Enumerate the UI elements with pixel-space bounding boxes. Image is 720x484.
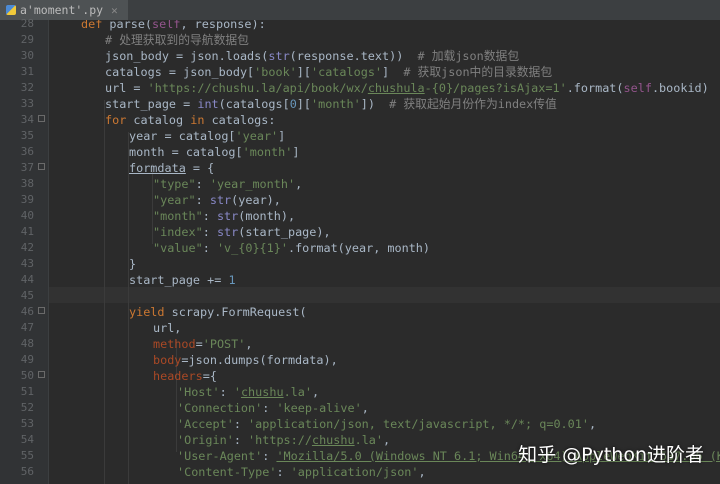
code-line: "index": str(start_page),: [153, 225, 331, 239]
code-line: catalogs = json_body['book']['catalogs']…: [105, 65, 553, 79]
editor-tab-bar: a'moment'.py ✕: [0, 0, 720, 20]
code-line: month = catalog['month']: [129, 145, 300, 159]
line-number: 53: [20, 417, 34, 430]
code-line: "value": 'v_{0}{1}'.format(year, month): [153, 241, 431, 255]
close-icon[interactable]: ✕: [111, 4, 118, 17]
line-number: 40: [20, 209, 34, 222]
line-number: 42: [20, 241, 34, 254]
code-line: start_page = int(catalogs[0]['month']) #…: [105, 97, 557, 111]
line-number: 49: [20, 353, 34, 366]
line-number: 56: [20, 465, 34, 478]
code-line: }: [129, 257, 137, 271]
fold-marker-icon[interactable]: [38, 163, 45, 170]
line-number: 54: [20, 433, 34, 446]
line-number: 34: [20, 113, 34, 126]
code-line: json_body = json.loads(str(response.text…: [105, 49, 520, 63]
line-number: 44: [20, 273, 34, 286]
line-number: 32: [20, 81, 34, 94]
code-line: yield scrapy.FormRequest(: [129, 305, 307, 319]
code-editor[interactable]: def parse(self, response): # 处理获取到的导航数据包…: [49, 20, 720, 484]
line-number: 52: [20, 401, 34, 414]
code-line: 'Origin': 'https://chushu.la',: [177, 433, 391, 447]
line-number: 41: [20, 225, 34, 238]
code-line: start_page += 1: [129, 273, 236, 287]
code-line: # 处理获取到的导航数据包: [105, 33, 249, 47]
line-number: 46: [20, 305, 34, 318]
python-file-icon: [6, 5, 16, 15]
code-line: url = 'https://chushu.la/api/book/wx/chu…: [105, 81, 720, 95]
code-line: for catalog in catalogs:: [105, 113, 276, 127]
code-line: "type": 'year_month',: [153, 177, 303, 191]
code-line: year = catalog['year']: [129, 129, 286, 143]
code-line: 'Content-Type': 'application/json',: [177, 465, 426, 479]
fold-marker-icon[interactable]: [38, 307, 45, 314]
code-line: 'Connection': 'keep-alive',: [177, 401, 369, 415]
code-line: 'Accept': 'application/json, text/javasc…: [177, 417, 597, 431]
code-line: body=json.dumps(formdata),: [153, 353, 338, 367]
line-number: 43: [20, 257, 34, 270]
code-line: "year": str(year),: [153, 193, 281, 207]
line-number: 51: [20, 385, 34, 398]
indent-guide: [104, 100, 105, 484]
fold-marker-icon[interactable]: [38, 371, 45, 378]
line-number: 37: [20, 161, 34, 174]
code-line: def parse(self, response):: [81, 20, 266, 31]
line-number: 29: [20, 33, 34, 46]
zhihu-watermark: 知乎 @Python进阶者: [518, 443, 704, 466]
line-number: 33: [20, 97, 34, 110]
line-number: 28: [20, 17, 34, 30]
line-number: 38: [20, 177, 34, 190]
line-number: 47: [20, 321, 34, 334]
line-number: 31: [20, 65, 34, 78]
code-line: headers={: [153, 369, 217, 383]
file-tab-label: a'moment'.py: [20, 3, 104, 17]
line-number-gutter[interactable]: 28 29 30 31 32 33 34 35 36 37 38 39 40 4…: [0, 17, 49, 484]
line-number: 35: [20, 129, 34, 142]
code-line: url,: [153, 321, 182, 335]
line-number: 30: [20, 49, 34, 62]
line-number: 36: [20, 145, 34, 158]
fold-marker-icon[interactable]: [38, 115, 45, 122]
code-line: formdata = {: [129, 161, 215, 175]
code-line: "month": str(month),: [153, 209, 296, 223]
line-number: 45: [20, 289, 34, 302]
code-line: method='POST',: [153, 337, 253, 351]
line-number: 55: [20, 449, 34, 462]
line-number: 48: [20, 337, 34, 350]
line-number: 50: [20, 369, 34, 382]
code-line: 'Host': 'chushu.la',: [177, 385, 320, 399]
line-number: 39: [20, 193, 34, 206]
